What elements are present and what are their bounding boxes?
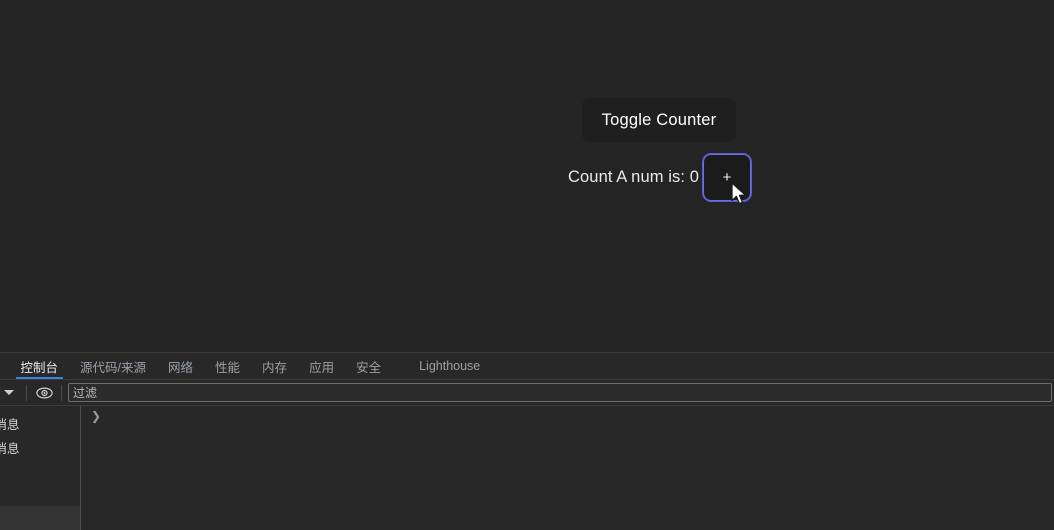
- tab-console[interactable]: 控制台: [10, 353, 70, 379]
- tab-security[interactable]: 安全: [345, 353, 392, 379]
- devtools-tab-bar: 素 控制台 源代码/来源 网络 性能 内存 应用 安全 Lighthouse: [0, 353, 1054, 380]
- console-prompt-row: ❯: [81, 406, 1054, 425]
- tab-performance[interactable]: 性能: [204, 353, 251, 379]
- tab-lighthouse[interactable]: Lighthouse: [408, 353, 491, 379]
- web-page-viewport: Toggle Counter Count A num is: 0 +: [0, 0, 1054, 352]
- tab-elements[interactable]: 素: [0, 353, 10, 379]
- sidebar-selected-row[interactable]: [0, 506, 80, 530]
- console-sidebar: 何消息 户消息: [0, 406, 81, 530]
- chevron-down-icon[interactable]: [0, 382, 20, 404]
- eye-icon[interactable]: [33, 382, 55, 404]
- page-content: Toggle Counter Count A num is: 0 +: [0, 0, 1054, 352]
- increment-button[interactable]: +: [702, 152, 753, 202]
- tab-application[interactable]: 应用: [298, 353, 345, 379]
- prompt-chevron-icon: ❯: [91, 409, 102, 423]
- console-output-area[interactable]: ❯: [81, 406, 1054, 530]
- sidebar-item-all-messages[interactable]: 何消息: [0, 414, 80, 432]
- toolbar-divider-2: [61, 384, 62, 401]
- tab-network[interactable]: 网络: [157, 353, 204, 379]
- sidebar-item-user-messages[interactable]: 户消息: [0, 438, 80, 456]
- devtools-panel: 素 控制台 源代码/来源 网络 性能 内存 应用 安全 Lighthouse 何…: [0, 352, 1054, 530]
- tab-sources[interactable]: 源代码/来源: [69, 353, 157, 379]
- counter-row: Count A num is: 0 +: [568, 152, 753, 202]
- console-body: 何消息 户消息 ❯: [0, 406, 1054, 530]
- counter-label: Count A num is: 0: [568, 167, 700, 186]
- console-prompt-input[interactable]: [107, 410, 1054, 424]
- toggle-counter-button[interactable]: Toggle Counter: [582, 98, 736, 142]
- console-toolbar: [0, 380, 1054, 406]
- toolbar-divider: [26, 384, 27, 401]
- console-filter-input[interactable]: [68, 383, 1052, 402]
- caret-shape: [4, 390, 14, 395]
- tab-memory[interactable]: 内存: [251, 353, 298, 379]
